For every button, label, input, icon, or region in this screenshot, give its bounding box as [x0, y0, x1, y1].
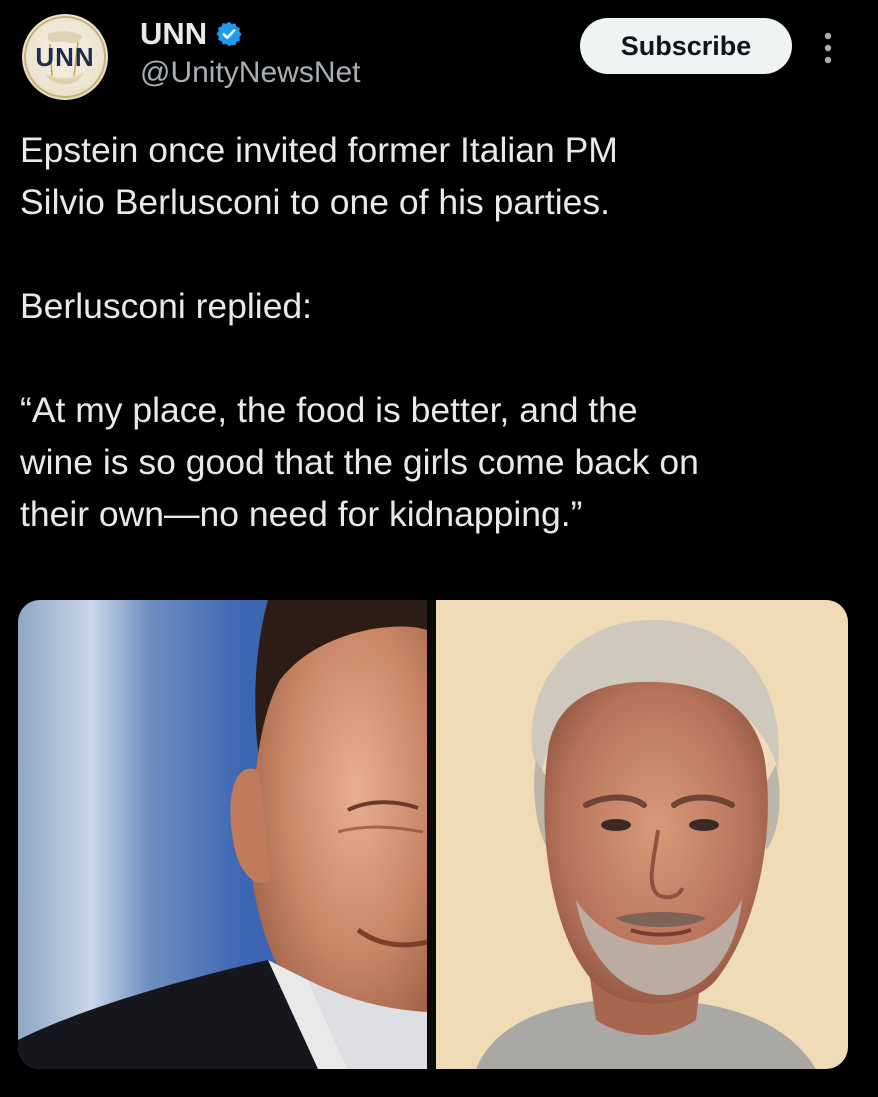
post-media-grid [18, 600, 848, 1069]
post-text-line: Epstein once invited former Italian PM [20, 130, 618, 170]
post-text-line: “At my place, the food is better, and th… [20, 390, 638, 430]
vertical-ellipsis-icon[interactable] [816, 28, 840, 68]
post-text-line: wine is so good that the girls come back… [20, 442, 699, 482]
media-photo-left[interactable] [18, 600, 427, 1069]
avatar[interactable]: UNN [22, 14, 108, 100]
author-display-name[interactable]: UNN [140, 16, 207, 52]
media-photo-right[interactable] [436, 600, 848, 1069]
subscribe-button[interactable]: Subscribe [580, 18, 792, 74]
post-text-line: Berlusconi replied: [20, 286, 313, 326]
post-card: UNN UNN @UnityNewsNet Subscribe Epstein … [0, 0, 878, 1097]
author-handle[interactable]: @UnityNewsNet [140, 56, 361, 90]
avatar-logo-text: UNN [35, 42, 95, 72]
post-text-line: Silvio Berlusconi to one of his parties. [20, 182, 610, 222]
post-text: Epstein once invited former Italian PM S… [20, 124, 860, 540]
verified-badge-icon[interactable] [215, 20, 243, 48]
author-name-row: UNN [140, 14, 243, 54]
post-text-line: their own—no need for kidnapping.” [20, 494, 583, 534]
